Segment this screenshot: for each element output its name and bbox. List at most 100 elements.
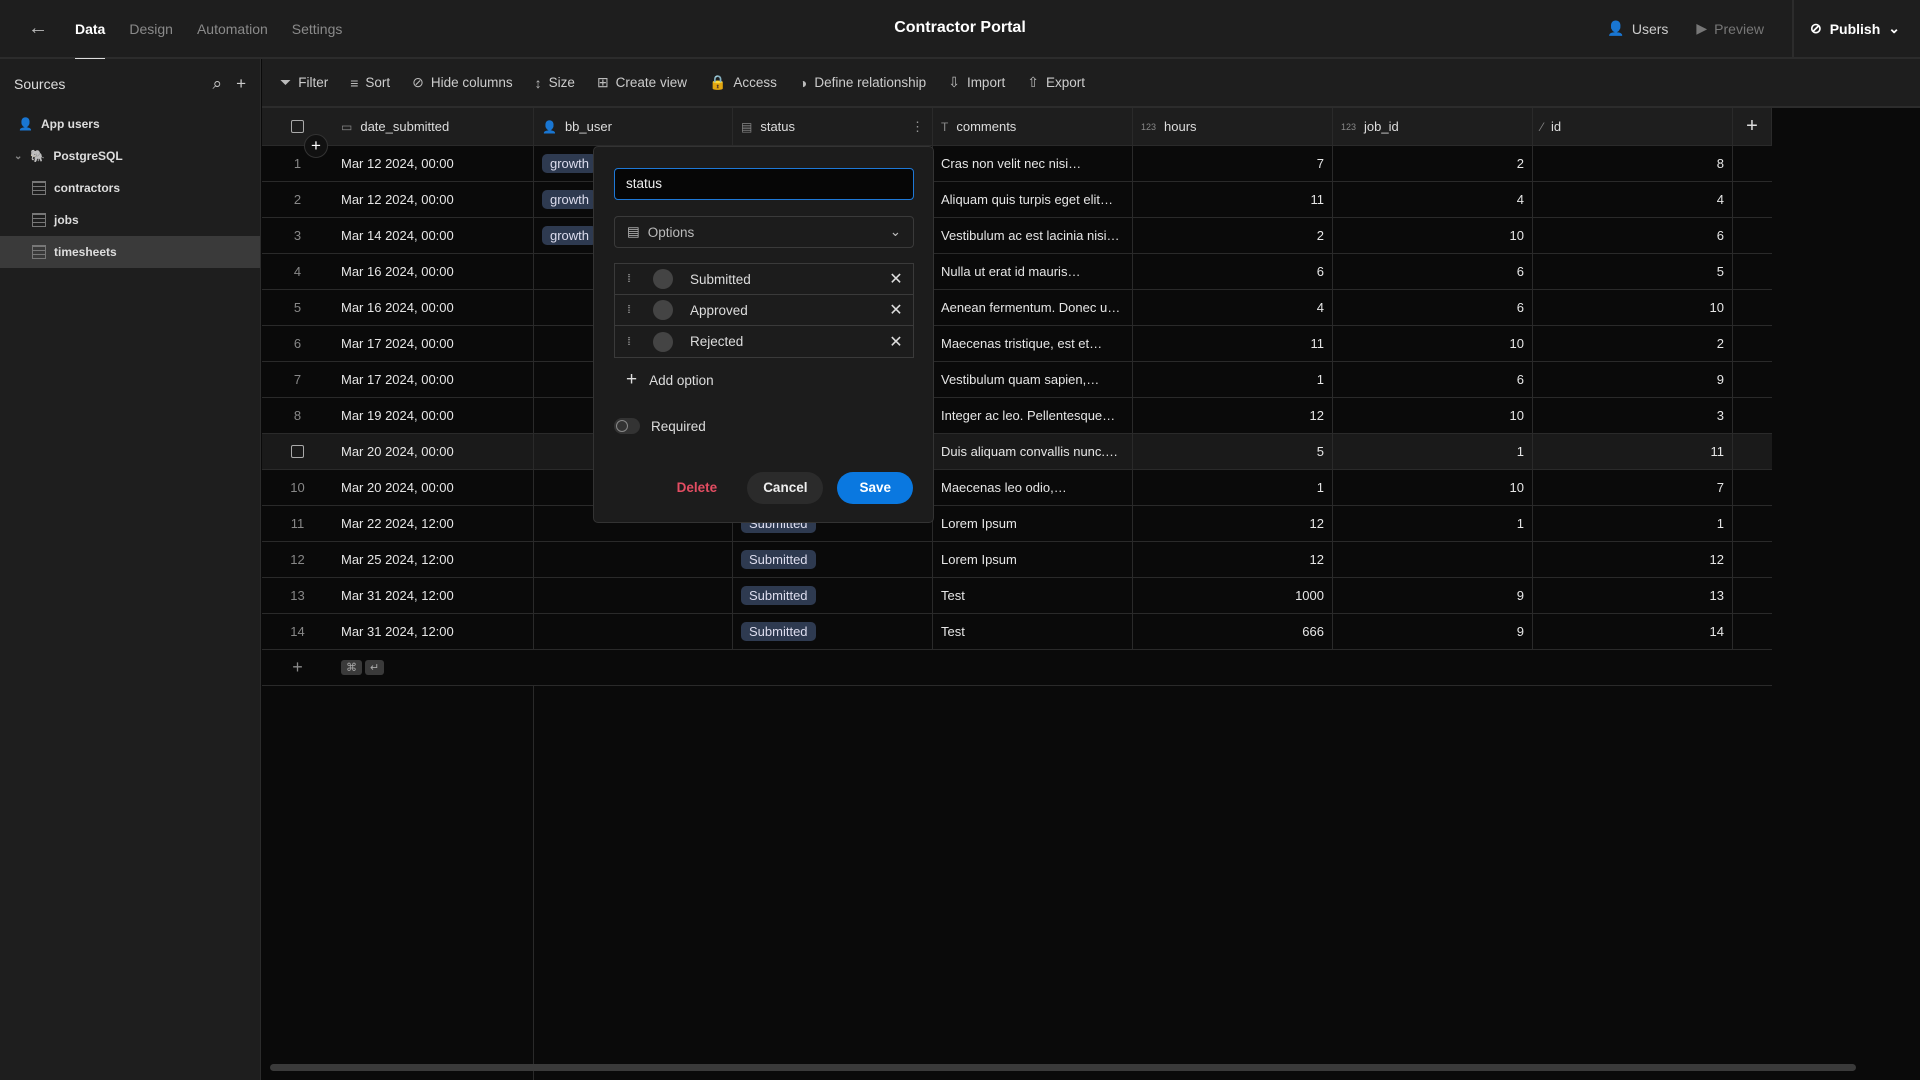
cell-job-id[interactable]: 10 xyxy=(1333,470,1533,505)
cell-comments[interactable]: Aenean fermentum. Donec u… xyxy=(933,290,1133,325)
row-number[interactable]: 8 xyxy=(262,398,333,433)
cell-id[interactable]: 12 xyxy=(1533,542,1733,577)
table-row[interactable]: 7 Mar 17 2024, 00:00 Vestibulum quam sap… xyxy=(262,362,1772,398)
cell-hours[interactable]: 1000 xyxy=(1133,578,1333,613)
cell-id[interactable]: 2 xyxy=(1533,326,1733,361)
horizontal-scrollbar[interactable] xyxy=(270,1064,1856,1071)
cell-date-submitted[interactable]: Mar 17 2024, 00:00 xyxy=(333,326,534,361)
row-number[interactable]: 2 xyxy=(262,182,333,217)
drag-handle-icon[interactable]: ⁞⁞ xyxy=(627,273,653,285)
cell-job-id[interactable]: 6 xyxy=(1333,254,1533,289)
row-number[interactable]: 10 xyxy=(262,470,333,505)
cell-id[interactable]: 1 xyxy=(1533,506,1733,541)
cell-id[interactable]: 13 xyxy=(1533,578,1733,613)
cell-comments[interactable]: Lorem Ipsum xyxy=(933,542,1133,577)
hide-columns-button[interactable]: ⊘ Hide columns xyxy=(412,74,513,91)
table-row[interactable]: 13 Mar 31 2024, 12:00 Submitted Test 100… xyxy=(262,578,1772,614)
drag-handle-icon[interactable]: ⁞⁞ xyxy=(627,304,653,316)
cell-date-submitted[interactable]: Mar 12 2024, 00:00 xyxy=(333,146,534,181)
cell-hours[interactable]: 1 xyxy=(1133,362,1333,397)
column-header-job-id[interactable]: 123 job_id xyxy=(1333,108,1533,145)
cell-hours[interactable]: 5 xyxy=(1133,434,1333,469)
cell-job-id[interactable]: 4 xyxy=(1333,182,1533,217)
cell-date-submitted[interactable]: Mar 31 2024, 12:00 xyxy=(333,578,534,613)
import-button[interactable]: ⇩ Import xyxy=(948,74,1005,91)
cell-date-submitted[interactable]: Mar 12 2024, 00:00 xyxy=(333,182,534,217)
cell-date-submitted[interactable]: Mar 20 2024, 00:00 xyxy=(333,434,534,469)
cell-bb-user[interactable] xyxy=(534,614,733,649)
cell-hours[interactable]: 2 xyxy=(1133,218,1333,253)
cell-job-id[interactable]: 6 xyxy=(1333,362,1533,397)
cell-bb-user[interactable] xyxy=(534,542,733,577)
table-row[interactable]: 8 Mar 19 2024, 00:00 Integer ac leo. Pel… xyxy=(262,398,1772,434)
column-header-status[interactable]: ▤ status ⋮ xyxy=(733,108,933,145)
sidebar-item-postgresql[interactable]: ⌄ 🐘 PostgreSQL xyxy=(0,140,260,172)
remove-option-icon[interactable]: ✕ xyxy=(879,269,913,289)
cell-comments[interactable]: Vestibulum ac est lacinia nisi… xyxy=(933,218,1133,253)
cell-job-id[interactable]: 10 xyxy=(1333,326,1533,361)
cell-comments[interactable]: Test xyxy=(933,578,1133,613)
cell-hours[interactable]: 11 xyxy=(1133,326,1333,361)
row-number[interactable]: 7 xyxy=(262,362,333,397)
table-row[interactable]: 6 Mar 17 2024, 00:00 Maecenas tristique,… xyxy=(262,326,1772,362)
create-view-button[interactable]: ⊞ Create view xyxy=(597,74,687,91)
cell-id[interactable]: 14 xyxy=(1533,614,1733,649)
column-header-date-submitted[interactable]: ▭ date_submitted xyxy=(333,108,534,145)
cell-id[interactable]: 9 xyxy=(1533,362,1733,397)
cell-job-id[interactable]: 10 xyxy=(1333,398,1533,433)
cell-id[interactable]: 5 xyxy=(1533,254,1733,289)
option-color-picker[interactable] xyxy=(653,269,673,289)
cell-status[interactable]: Submitted xyxy=(733,578,933,613)
cell-id[interactable]: 7 xyxy=(1533,470,1733,505)
cell-comments[interactable]: Integer ac leo. Pellentesque… xyxy=(933,398,1133,433)
table-row[interactable]: 4 Mar 16 2024, 00:00 Nulla ut erat id ma… xyxy=(262,254,1772,290)
cell-comments[interactable]: Duis aliquam convallis nunc.… xyxy=(933,434,1133,469)
cell-id[interactable]: 8 xyxy=(1533,146,1733,181)
cell-comments[interactable]: Vestibulum quam sapien,… xyxy=(933,362,1133,397)
table-row[interactable]: 10 Mar 20 2024, 00:00 Maecenas leo odio,… xyxy=(262,470,1772,506)
cell-hours[interactable]: 12 xyxy=(1133,542,1333,577)
cell-comments[interactable]: Lorem Ipsum xyxy=(933,506,1133,541)
cell-id[interactable]: 10 xyxy=(1533,290,1733,325)
row-number[interactable]: 14 xyxy=(262,614,333,649)
add-row-above-button[interactable]: + xyxy=(304,134,328,158)
cell-job-id[interactable]: 9 xyxy=(1333,614,1533,649)
sidebar-item-app-users[interactable]: 👤 App users xyxy=(0,108,260,140)
cell-comments[interactable]: Cras non velit nec nisi… xyxy=(933,146,1133,181)
cell-comments[interactable]: Maecenas leo odio,… xyxy=(933,470,1133,505)
table-row[interactable]: 3 Mar 14 2024, 00:00 growth Vestibulum a… xyxy=(262,218,1772,254)
row-checkbox[interactable] xyxy=(291,445,304,458)
option-label[interactable]: Submitted xyxy=(690,272,879,287)
option-color-picker[interactable] xyxy=(653,331,673,352)
row-number[interactable]: 11 xyxy=(262,506,333,541)
cell-job-id[interactable]: 6 xyxy=(1333,290,1533,325)
column-header-comments[interactable]: Tcomments xyxy=(933,108,1133,145)
cell-job-id[interactable]: 10 xyxy=(1333,218,1533,253)
sidebar-item-jobs[interactable]: jobs xyxy=(0,204,260,236)
cell-date-submitted[interactable]: Mar 17 2024, 00:00 xyxy=(333,362,534,397)
filter-button[interactable]: ⏷ Filter xyxy=(280,74,328,91)
publish-button[interactable]: ⊘ Publish ⌄ xyxy=(1791,0,1920,57)
cell-job-id[interactable]: 1 xyxy=(1333,506,1533,541)
cell-hours[interactable]: 11 xyxy=(1133,182,1333,217)
cell-date-submitted[interactable]: Mar 16 2024, 00:00 xyxy=(333,254,534,289)
column-name-input[interactable]: status xyxy=(614,168,914,200)
table-row[interactable]: Mar 20 2024, 00:00 Duis aliquam convalli… xyxy=(262,434,1772,470)
sidebar-item-timesheets[interactable]: timesheets xyxy=(0,236,260,268)
search-icon[interactable]: ⌕ xyxy=(213,74,223,94)
column-type-select[interactable]: ▤ Options ⌄ xyxy=(614,216,914,248)
cell-id[interactable]: 11 xyxy=(1533,434,1733,469)
size-button[interactable]: ↕ Size xyxy=(535,75,575,91)
cell-bb-user[interactable] xyxy=(534,578,733,613)
cell-date-submitted[interactable]: Mar 19 2024, 00:00 xyxy=(333,398,534,433)
users-button[interactable]: 👤 Users xyxy=(1607,20,1668,37)
cell-hours[interactable]: 12 xyxy=(1133,506,1333,541)
table-row[interactable]: 12 Mar 25 2024, 12:00 Submitted Lorem Ip… xyxy=(262,542,1772,578)
cell-comments[interactable]: Maecenas tristique, est et… xyxy=(933,326,1133,361)
add-row-button[interactable]: + xyxy=(262,650,333,685)
cell-comments[interactable]: Test xyxy=(933,614,1133,649)
add-column-button[interactable]: + xyxy=(1733,108,1772,145)
table-row[interactable]: 5 Mar 16 2024, 00:00 Aenean fermentum. D… xyxy=(262,290,1772,326)
add-source-icon[interactable]: + xyxy=(236,74,246,94)
cell-date-submitted[interactable]: Mar 16 2024, 00:00 xyxy=(333,290,534,325)
